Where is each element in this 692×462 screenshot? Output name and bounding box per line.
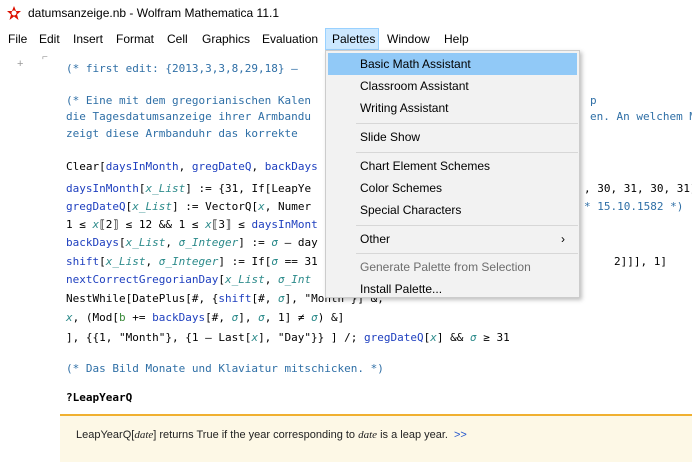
menu-format[interactable]: Format xyxy=(110,28,160,50)
menu-edit[interactable]: Edit xyxy=(33,28,66,50)
comment-bild: (* Das Bild Monate und Klaviatur mitschi… xyxy=(66,362,384,375)
menu-insert[interactable]: Insert xyxy=(67,28,109,50)
code-line-gregdateq: gregDateQ[x_List] := VectorQ[x, Numer * 1… xyxy=(66,200,684,213)
menu-item-label: Other xyxy=(360,232,391,246)
menu-item-writing-assistant[interactable]: Writing Assistant xyxy=(328,97,577,119)
menu-window[interactable]: Window xyxy=(381,28,436,50)
menu-item-slide-show[interactable]: Slide Show xyxy=(328,126,577,148)
code-line-shift: shift[x_List, σ_Integer] := If[σ == 31 2]… xyxy=(66,255,667,268)
info-more-link[interactable]: >> xyxy=(454,429,467,441)
menu-item-special-characters[interactable]: Special Characters xyxy=(328,199,577,221)
menu-separator xyxy=(356,152,578,153)
cell-bracket-icon[interactable]: ⌐ xyxy=(42,52,48,63)
code-line-condition: ], {{1, "Month"}, {1 – Last[x], "Day"}} … xyxy=(66,331,510,344)
palettes-dropdown: Basic Math Assistant Classroom Assistant… xyxy=(325,50,580,298)
code-line-daysinmonth: daysInMonth[x_List] := {31, If[LeapYe, 3… xyxy=(66,182,692,195)
menu-graphics[interactable]: Graphics xyxy=(196,28,256,50)
chevron-right-icon: › xyxy=(561,232,565,246)
menu-separator xyxy=(356,225,578,226)
window-title: datumsanzeige.nb - Wolfram Mathematica 1… xyxy=(28,6,280,20)
menu-file[interactable]: File xyxy=(2,28,33,50)
menu-item-basic-math-assistant[interactable]: Basic Math Assistant xyxy=(328,53,577,75)
menu-separator xyxy=(356,253,578,254)
code-line-mod: x, (Mod[b += backDays[#, σ], σ, 1] ≠ σ) … xyxy=(66,311,345,324)
code-line-range: 1 ≤ x⟦2⟧ ≤ 12 && 1 ≤ x⟦3⟧ ≤ daysInMont xyxy=(66,218,318,231)
menu-item-color-schemes[interactable]: Color Schemes xyxy=(328,177,577,199)
menu-evaluation[interactable]: Evaluation xyxy=(256,28,324,50)
code-line-nextcorrect: nextCorrectGregorianDay[x_List, σ_Int xyxy=(66,273,312,286)
comment-line: (* Eine mit dem gregorianischen Kalen p xyxy=(66,94,597,107)
query-input[interactable]: ?LeapYearQ xyxy=(66,391,132,404)
menu-cell[interactable]: Cell xyxy=(161,28,194,50)
menu-help[interactable]: Help xyxy=(438,28,475,50)
comment-first-edit: (* first edit: {2013,3,3,8,29,18} – xyxy=(66,62,298,75)
menu-item-classroom-assistant[interactable]: Classroom Assistant xyxy=(328,75,577,97)
menu-palettes[interactable]: Palettes xyxy=(325,28,379,50)
menu-separator xyxy=(356,123,578,124)
menu-bar: File Edit Insert Format Cell Graphics Ev… xyxy=(0,28,692,50)
info-box: LeapYearQ[date] returns True if the year… xyxy=(60,414,692,462)
info-text: LeapYearQ[date] returns True if the year… xyxy=(76,429,467,441)
mathematica-icon xyxy=(7,6,21,20)
menu-item-other[interactable]: Other › xyxy=(328,228,577,250)
add-cell-icon[interactable]: + xyxy=(17,58,23,70)
comment-line: die Tagesdatumsanzeige ihrer Armbandu en.… xyxy=(66,110,692,123)
menu-item-install-palette[interactable]: Install Palette... xyxy=(328,278,577,300)
menu-item-chart-element-schemes[interactable]: Chart Element Schemes xyxy=(328,155,577,177)
comment-line: zeigt diese Armbanduhr das korrekte xyxy=(66,127,298,140)
code-line-clear: Clear[daysInMonth, gregDateQ, backDays xyxy=(66,160,318,173)
menu-item-generate-palette: Generate Palette from Selection xyxy=(360,260,531,274)
code-line-backdays: backDays[x_List, σ_Integer] := σ – day xyxy=(66,236,318,249)
title-bar: datumsanzeige.nb - Wolfram Mathematica 1… xyxy=(0,0,692,28)
